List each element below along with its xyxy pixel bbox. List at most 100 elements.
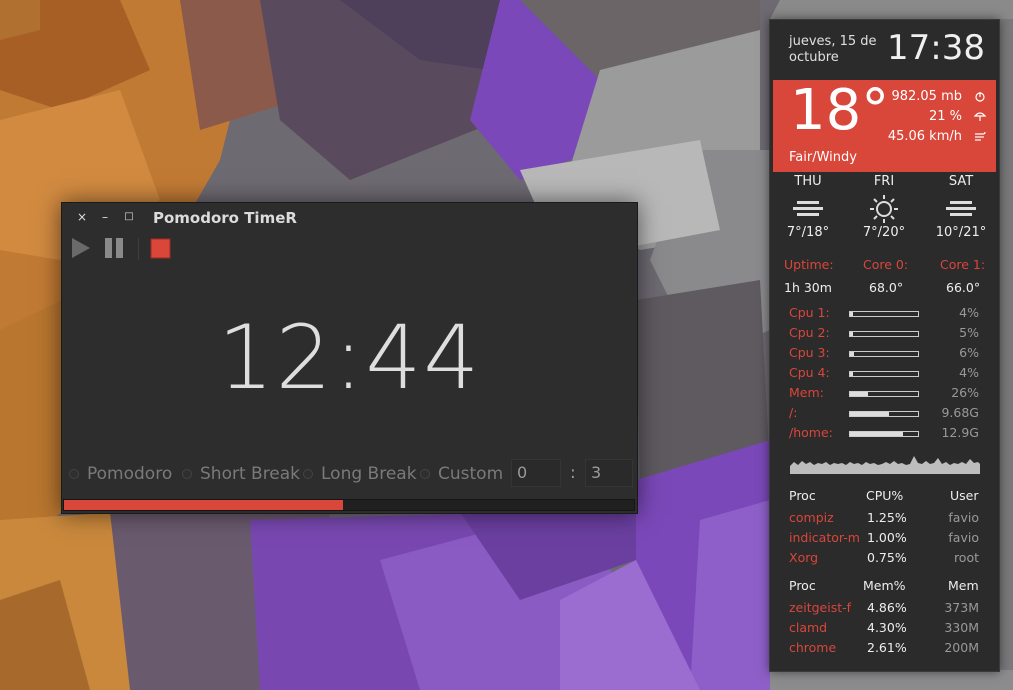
resource-bar (849, 351, 919, 357)
resource-bar (849, 391, 919, 397)
minimize-button[interactable]: – (97, 209, 113, 225)
resource-bar (849, 331, 919, 337)
cpu-table-header-proc: Proc (789, 488, 816, 503)
table-cell: indicator-m (789, 530, 860, 545)
mode-short-break[interactable]: Short Break (182, 461, 300, 487)
pressure-icon (975, 92, 985, 102)
cpu-table-header-cpu: CPU% (866, 488, 904, 503)
resource-bar-fill (850, 392, 868, 396)
resource-bar (849, 311, 919, 317)
date-label: jueves, 15 de octubre (789, 34, 877, 65)
stop-icon (150, 238, 171, 259)
mode-long-break[interactable]: Long Break (303, 461, 417, 487)
window-title: Pomodoro TimeR (153, 209, 297, 227)
forecast-day: SAT 10°/21° (931, 174, 991, 240)
table-cell: 1.00% (867, 530, 907, 545)
maximize-button[interactable]: □ (121, 209, 137, 225)
forecast-day: THU 7°/18° (778, 174, 838, 240)
progress-bar (63, 499, 635, 511)
forecast-temp: 7°/20° (862, 225, 906, 240)
core0-value: 68.0° (869, 280, 904, 295)
table-cell: Xorg (789, 550, 819, 565)
table-cell: 1.25% (867, 510, 907, 525)
resource-bar-fill (850, 372, 853, 376)
table-cell: 330M (944, 620, 979, 635)
resource-bar (849, 371, 919, 377)
table-cell: 200M (944, 640, 979, 655)
table-cell: favio (948, 530, 979, 545)
wind-value: 45.06 km/h (887, 129, 962, 144)
pressure-value: 982.05 mb (891, 89, 962, 104)
table-cell: 4.30% (867, 620, 907, 635)
mem-table-header-mem: Mem (948, 578, 979, 593)
table-cell: favio (948, 510, 979, 525)
play-icon (72, 238, 90, 258)
resource-value: 6% (959, 345, 979, 360)
resource-label: /home: (789, 425, 833, 440)
forecast-day: FRI 7°/20° (854, 174, 914, 240)
table-cell: chrome (789, 640, 837, 655)
humidity-icon (974, 112, 986, 121)
resource-value: 5% (959, 325, 979, 340)
resource-value: 12.9G (941, 425, 979, 440)
table-cell: root (953, 550, 979, 565)
resource-bar (849, 411, 919, 417)
play-button[interactable] (70, 235, 92, 265)
title-bar[interactable]: × – □ Pomodoro TimeR (62, 203, 637, 233)
custom-seconds-input[interactable]: 3 (585, 459, 633, 487)
custom-separator: : (570, 463, 576, 483)
toolbar (62, 235, 262, 265)
table-cell: 0.75% (867, 550, 907, 565)
current-temperature: 18° (790, 78, 890, 143)
mode-label: Custom (438, 464, 504, 484)
mem-table-header-proc: Proc (789, 578, 816, 593)
mode-custom[interactable]: Custom (420, 461, 503, 487)
resource-value: 4% (959, 365, 979, 380)
resource-label: Cpu 3: (789, 345, 830, 360)
table-cell: clamd (789, 620, 828, 635)
mode-label: Pomodoro (87, 464, 173, 484)
radio-icon (69, 469, 79, 479)
timer-display: 12:44 (217, 306, 482, 409)
table-cell: 373M (944, 600, 979, 615)
clouds-icon (793, 201, 823, 216)
resource-label: Cpu 1: (789, 305, 830, 320)
pomodoro-window: × – □ Pomodoro TimeR 12:44 Pomodoro Shor… (61, 202, 638, 514)
resource-bar-fill (850, 432, 904, 436)
core1-label: Core 1: (940, 257, 986, 272)
radio-icon (420, 469, 430, 479)
pause-icon (105, 238, 123, 258)
resource-value: 26% (951, 385, 979, 400)
resource-bar-fill (850, 352, 855, 356)
resource-bar (849, 431, 919, 437)
mode-label: Short Break (200, 464, 301, 484)
forecast-temp: 7°/18° (786, 225, 830, 240)
humidity-value: 21 % (928, 109, 962, 124)
custom-minutes-input[interactable]: 0 (511, 459, 561, 487)
resource-value: 9.68G (941, 405, 979, 420)
resource-bar-fill (850, 312, 853, 316)
sun-icon (870, 195, 898, 223)
clock: 17:38 (887, 28, 985, 68)
mode-pomodoro[interactable]: Pomodoro (69, 461, 172, 487)
resource-label: Cpu 2: (789, 325, 830, 340)
resource-bar-fill (850, 412, 890, 416)
forecast-day-label: SAT (948, 174, 974, 189)
toolbar-separator (138, 238, 139, 260)
clouds-icon (946, 201, 976, 216)
weather-card: 18° 982.05 mb 21 % 45.06 km/h Fair/Windy (773, 78, 996, 172)
core1-value: 66.0° (946, 280, 981, 295)
resource-label: /: (789, 405, 798, 420)
forecast-day-label: FRI (873, 174, 895, 189)
forecast-day-label: THU (794, 174, 822, 189)
cpu-table-header-user: User (950, 488, 979, 503)
close-button[interactable]: × (74, 209, 90, 225)
resource-label: Mem: (789, 385, 824, 400)
table-cell: zeitgeist-f (789, 600, 852, 615)
pause-button[interactable] (103, 235, 125, 265)
uptime-value: 1h 30m (784, 280, 832, 295)
table-cell: 2.61% (867, 640, 907, 655)
resource-bar-fill (850, 332, 854, 336)
stop-button[interactable] (150, 235, 172, 265)
table-cell: 4.86% (867, 600, 907, 615)
